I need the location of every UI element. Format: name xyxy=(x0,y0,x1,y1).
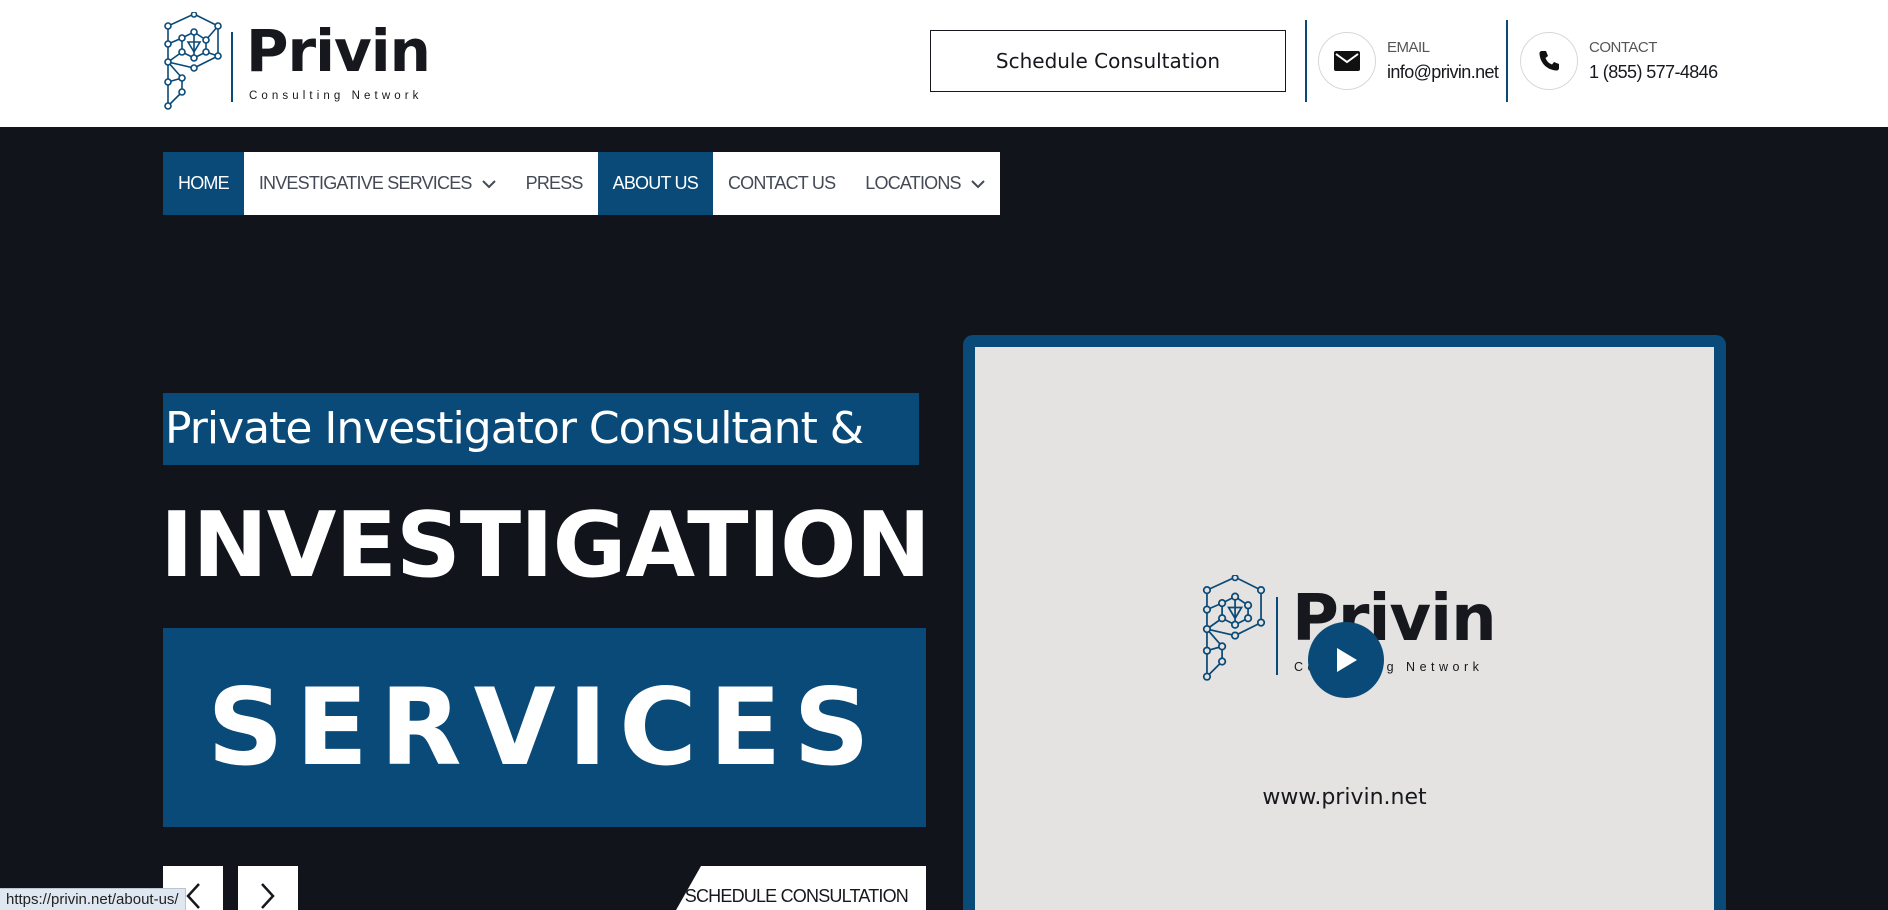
hero-highlight-box: SERVICES xyxy=(163,628,926,827)
header-divider xyxy=(1305,20,1307,102)
site-header: Privin Consulting Network Schedule Consu… xyxy=(0,0,1888,127)
chevron-down-icon xyxy=(971,173,985,194)
network-p-icon xyxy=(1202,574,1266,681)
nav-item-home[interactable]: HOME xyxy=(163,152,244,215)
hero-title-highlight: SERVICES xyxy=(207,666,882,789)
browser-status-url: https://privin.net/about-us/ xyxy=(0,888,186,910)
logo-divider xyxy=(1276,597,1278,675)
nav-item-about-us[interactable]: ABOUT US xyxy=(597,152,713,215)
nav-item-label: LOCATIONS xyxy=(865,173,961,193)
contact-value[interactable]: 1 (855) 577-4846 xyxy=(1589,62,1718,83)
email-label: EMAIL xyxy=(1387,39,1430,56)
chevron-left-icon xyxy=(186,883,200,909)
hero-schedule-label: SCHEDULE CONSULTATION xyxy=(684,886,909,906)
video-url-text: www.privin.net xyxy=(1262,785,1427,810)
hero-schedule-button[interactable]: SCHEDULE CONSULTATION xyxy=(667,866,926,910)
hero-subtitle: Private Investigator Consultant & xyxy=(163,393,919,465)
play-icon xyxy=(1337,648,1357,672)
contact-label: CONTACT xyxy=(1589,39,1657,56)
chevron-right-icon xyxy=(261,883,275,909)
video-player[interactable]: Privin Consulting Network www.privin.net xyxy=(963,335,1726,910)
network-p-icon xyxy=(164,12,222,110)
logo-name: Privin xyxy=(246,17,431,85)
nav-item-label: INVESTIGATIVE SERVICES xyxy=(258,173,473,193)
nav-item-locations[interactable]: LOCATIONS xyxy=(850,152,999,215)
mail-icon xyxy=(1318,32,1376,90)
nav-item-label: CONTACT US xyxy=(727,173,836,193)
chevron-down-icon xyxy=(481,173,496,194)
play-button[interactable] xyxy=(1308,622,1384,698)
main-nav: HOME INVESTIGATIVE SERVICES PRESS ABOUT … xyxy=(163,152,1000,215)
logo-tagline: Consulting Network xyxy=(249,90,423,102)
phone-icon xyxy=(1520,32,1578,90)
schedule-consultation-button[interactable]: Schedule Consultation xyxy=(930,30,1286,92)
phone-contact[interactable]: CONTACT 1 (855) 577-4846 xyxy=(1520,31,1718,91)
email-value[interactable]: info@privin.net xyxy=(1387,62,1499,83)
nav-item-label: PRESS xyxy=(525,173,584,193)
nav-item-investigative-services[interactable]: INVESTIGATIVE SERVICES xyxy=(244,152,511,215)
site-logo[interactable]: Privin Consulting Network xyxy=(160,12,440,112)
hero-title: INVESTIGATION xyxy=(160,493,931,598)
nav-item-label: HOME xyxy=(178,173,230,193)
nav-item-press[interactable]: PRESS xyxy=(511,152,598,215)
slider-next-button[interactable] xyxy=(238,866,298,910)
nav-item-contact-us[interactable]: CONTACT US xyxy=(713,152,850,215)
email-contact[interactable]: EMAIL info@privin.net xyxy=(1318,31,1499,91)
nav-item-label: ABOUT US xyxy=(612,173,699,193)
header-divider xyxy=(1506,20,1508,102)
logo-divider xyxy=(231,32,233,102)
